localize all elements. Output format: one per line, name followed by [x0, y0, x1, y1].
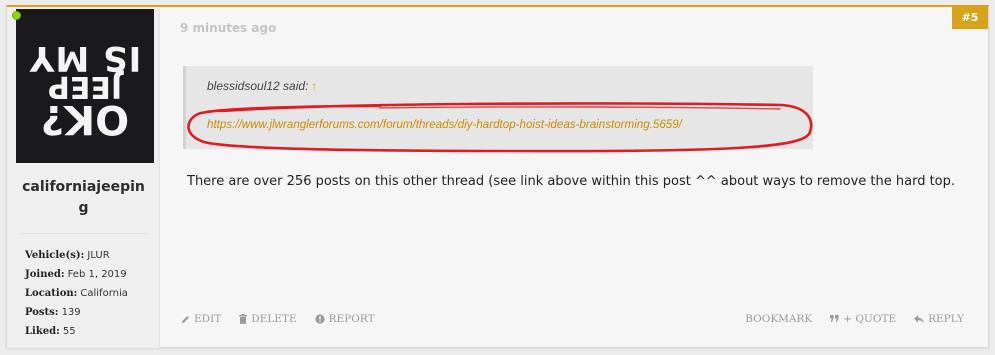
post-author-panel: OK? JEEP IS MY californiajeeping Vehicle… [7, 7, 160, 348]
stat-joined: Joined: Feb 1, 2019 [25, 269, 127, 280]
quote-mark-icon [830, 315, 839, 322]
author-stats: Vehicle(s): JLUR Joined: Feb 1, 2019 Loc… [25, 246, 128, 341]
trash-icon [239, 314, 248, 324]
stat-posts: Posts: 139 [25, 307, 81, 318]
divider [19, 233, 149, 234]
jump-to-quote-icon[interactable]: ↑ [311, 79, 317, 93]
avatar[interactable]: OK? JEEP IS MY [16, 9, 154, 163]
quoted-thread-link[interactable]: https://www.jlwranglerforums.com/forum/t… [207, 118, 682, 131]
forum-post: OK? JEEP IS MY californiajeeping Vehicle… [6, 5, 989, 348]
avatar-image-text: OK? JEEP IS MY [28, 37, 142, 142]
post-actions-right: BOOKMARK + QUOTE REPLY [745, 313, 964, 325]
post-actions-left: EDIT DELETE REPORT [181, 313, 375, 325]
bookmark-button[interactable]: BOOKMARK [745, 313, 812, 325]
warning-circle-icon [315, 314, 325, 324]
stat-liked: Liked: 55 [25, 326, 76, 337]
post-body-text: There are over 256 posts on this other t… [187, 174, 956, 189]
delete-button[interactable]: DELETE [239, 313, 297, 325]
report-button[interactable]: REPORT [315, 313, 375, 325]
post-timestamp[interactable]: 9 minutes ago [180, 21, 276, 35]
reply-button[interactable]: REPLY [914, 313, 964, 325]
quote-button[interactable]: + QUOTE [830, 313, 896, 325]
stat-vehicles: Vehicle(s): JLUR [25, 250, 110, 261]
online-status-indicator [12, 11, 21, 20]
quote-attribution: blessidsoul12 said: ↑ [207, 79, 318, 93]
edit-button[interactable]: EDIT [181, 313, 221, 325]
author-username[interactable]: californiajeeping [7, 177, 160, 219]
reply-arrow-icon [914, 314, 925, 323]
pencil-icon [181, 315, 189, 323]
post-number-badge[interactable]: #5 [952, 7, 988, 29]
quote-block: blessidsoul12 said: ↑ https://www.jlwrang… [183, 66, 813, 149]
stat-location: Location: California [25, 288, 128, 299]
